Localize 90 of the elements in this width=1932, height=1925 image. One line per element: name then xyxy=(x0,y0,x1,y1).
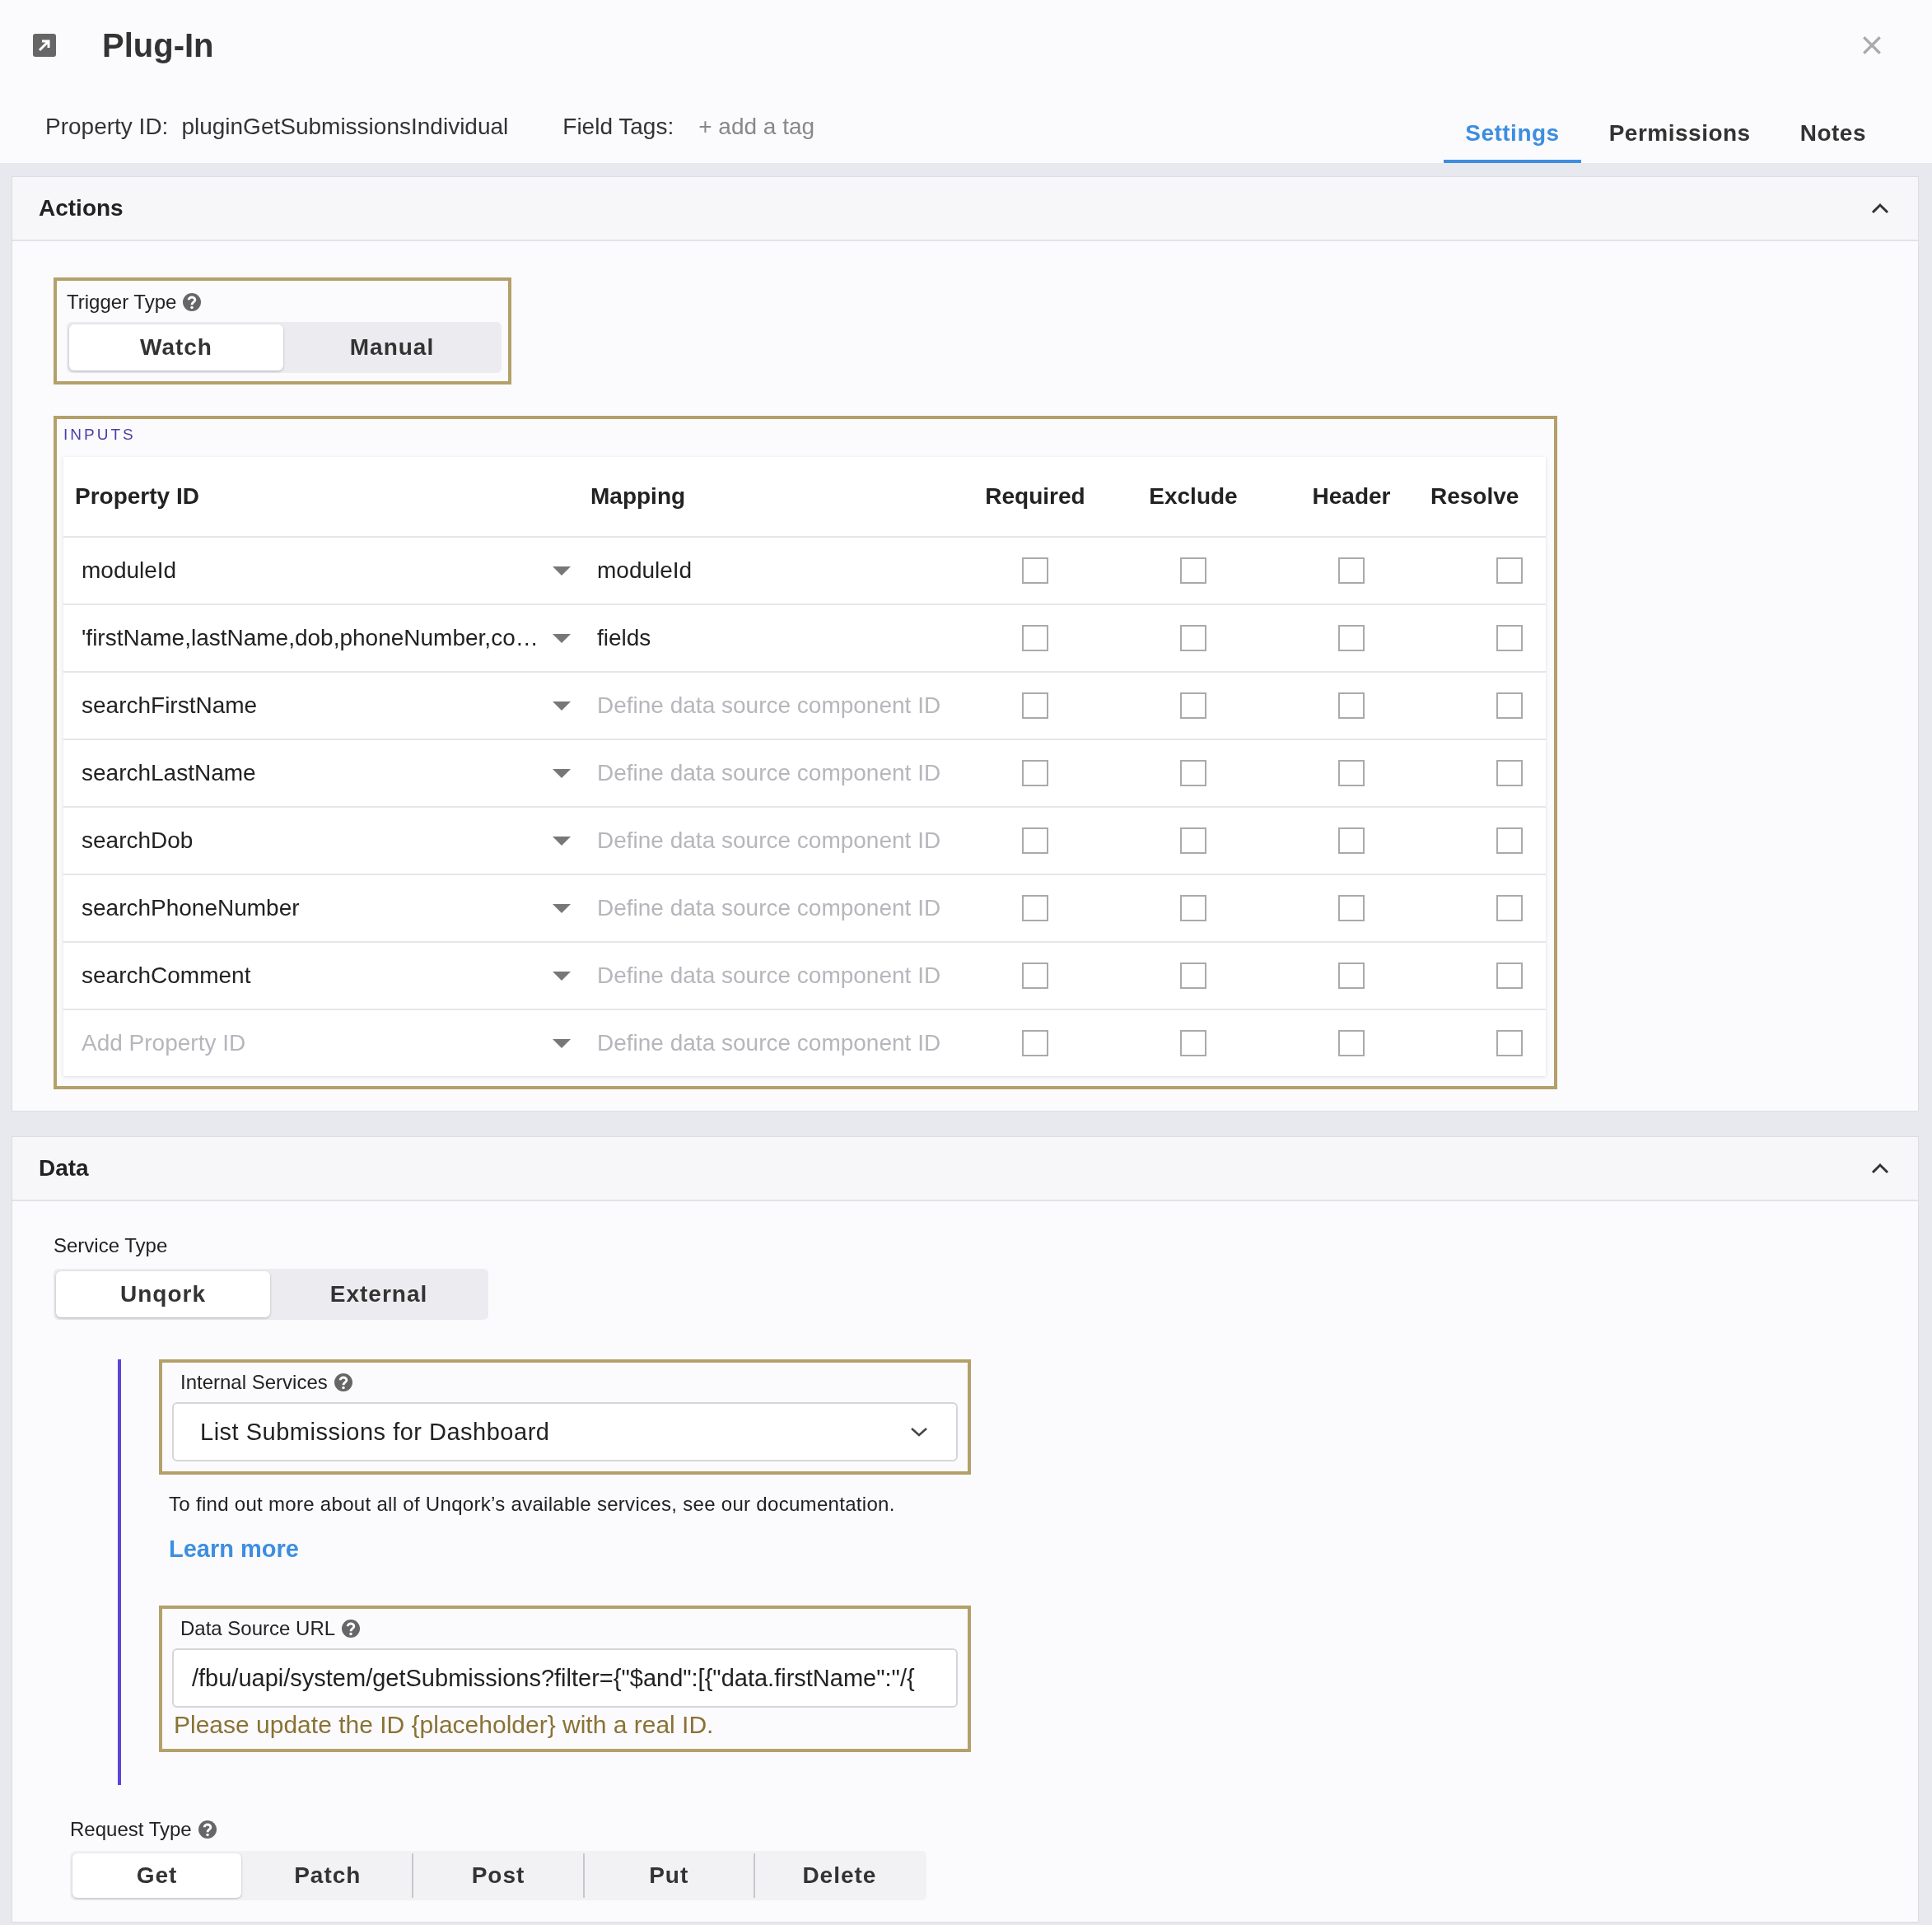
dropdown-icon[interactable] xyxy=(553,903,571,913)
field-tags-label: Field Tags: xyxy=(562,114,674,140)
checkbox[interactable] xyxy=(1338,692,1365,719)
property-id-value: pluginGetSubmissionsIndividual xyxy=(181,114,509,140)
field-label: Data Source URL xyxy=(180,1617,336,1640)
dropdown-icon[interactable] xyxy=(553,971,571,981)
tab[interactable]: Permissions xyxy=(1587,91,1772,163)
checkbox[interactable] xyxy=(1180,962,1206,989)
column-header: Resolve xyxy=(1430,483,1520,510)
checkbox[interactable] xyxy=(1338,962,1365,989)
property-id-cell[interactable]: searchLastName xyxy=(82,760,256,786)
inputs-heading: INPUTS xyxy=(63,426,137,444)
checkbox[interactable] xyxy=(1022,962,1048,989)
column-header: Header xyxy=(1311,483,1392,510)
segment-option[interactable]: Unqork xyxy=(56,1271,270,1317)
checkbox[interactable] xyxy=(1496,557,1523,584)
external-link-icon xyxy=(33,34,56,57)
dropdown-icon[interactable] xyxy=(553,1038,571,1048)
checkbox[interactable] xyxy=(1022,827,1048,854)
checkbox[interactable] xyxy=(1180,760,1206,786)
property-id-cell[interactable]: searchComment xyxy=(82,962,251,989)
column-header: Property ID xyxy=(74,483,200,510)
field-label: Request Type xyxy=(70,1818,192,1841)
property-id-cell[interactable]: searchFirstName xyxy=(82,692,258,719)
column-header: Mapping xyxy=(590,483,687,510)
dialog-title: Plug-In xyxy=(102,26,215,64)
checkbox[interactable] xyxy=(1338,557,1365,584)
field-label: Service Type xyxy=(54,1234,169,1257)
checkbox[interactable] xyxy=(1496,692,1523,719)
service-select[interactable]: List Submissions for Dashboard xyxy=(172,1402,958,1461)
checkbox[interactable] xyxy=(1022,625,1048,651)
property-id-label: Property ID: xyxy=(45,114,169,140)
checkbox[interactable] xyxy=(1022,557,1048,584)
segment-option[interactable]: Get xyxy=(72,1853,242,1898)
checkbox[interactable] xyxy=(1338,827,1365,854)
checkbox[interactable] xyxy=(1496,760,1523,786)
dropdown-icon[interactable] xyxy=(553,768,571,778)
dropdown-icon[interactable] xyxy=(553,566,571,576)
segment-option[interactable]: Watch xyxy=(69,324,283,371)
checkbox[interactable] xyxy=(1180,1030,1206,1056)
column-header: Exclude xyxy=(1148,483,1239,510)
help-icon[interactable] xyxy=(183,293,202,311)
checkbox[interactable] xyxy=(1022,692,1048,719)
dropdown-icon[interactable] xyxy=(553,836,571,846)
property-id-cell[interactable]: searchPhoneNumber xyxy=(82,895,300,921)
url-input[interactable]: /fbu/uapi/system/getSubmissions?filter={"$and":[{"data.firstName":"/{ xyxy=(172,1648,958,1708)
field-label: Trigger Type xyxy=(67,291,177,314)
help-icon[interactable] xyxy=(342,1620,361,1638)
checkbox[interactable] xyxy=(1496,1030,1523,1056)
checkbox[interactable] xyxy=(1338,760,1365,786)
help-icon[interactable] xyxy=(198,1820,217,1839)
segment-option[interactable]: Put xyxy=(582,1853,754,1898)
checkbox[interactable] xyxy=(1338,625,1365,651)
checkbox[interactable] xyxy=(1180,827,1206,854)
checkbox[interactable] xyxy=(1022,895,1048,921)
checkbox[interactable] xyxy=(1496,827,1523,854)
segment-option[interactable]: Post xyxy=(412,1853,583,1898)
mapping-cell[interactable]: moduleId xyxy=(597,557,693,583)
segment-option[interactable]: Delete xyxy=(753,1853,924,1898)
property-id-cell[interactable]: moduleId xyxy=(82,557,177,584)
segment-option[interactable]: Patch xyxy=(241,1853,413,1898)
chevron-icon[interactable] xyxy=(1870,203,1890,214)
checkbox[interactable] xyxy=(1180,625,1206,651)
section-title: Data xyxy=(39,1155,90,1182)
checkbox[interactable] xyxy=(1180,692,1206,719)
field-label: Internal Services xyxy=(180,1371,328,1394)
checkbox[interactable] xyxy=(1180,557,1206,584)
checkbox[interactable] xyxy=(1496,962,1523,989)
chevron-icon[interactable] xyxy=(1870,1163,1890,1174)
property-id-cell[interactable]: 'firstName,lastName,dob,phoneNumber,co… xyxy=(82,625,539,651)
dropdown-icon[interactable] xyxy=(553,633,571,643)
segment-option[interactable]: External xyxy=(270,1271,486,1317)
mapping-cell[interactable]: fields xyxy=(597,625,651,650)
tab[interactable]: Notes xyxy=(1778,91,1888,163)
segment-option[interactable]: Manual xyxy=(283,324,499,371)
checkbox[interactable] xyxy=(1180,895,1206,921)
checkbox[interactable] xyxy=(1338,895,1365,921)
warning-text: Please update the ID {placeholder} with a real ID. xyxy=(173,1710,715,1739)
property-id-cell[interactable]: searchDob xyxy=(82,827,194,854)
column-header: Required xyxy=(984,483,1086,510)
checkbox[interactable] xyxy=(1338,1030,1365,1056)
dropdown-icon[interactable] xyxy=(553,701,571,711)
close-icon[interactable] xyxy=(1861,35,1883,56)
help-icon[interactable] xyxy=(334,1373,352,1391)
checkbox[interactable] xyxy=(1022,760,1048,786)
checkbox[interactable] xyxy=(1496,895,1523,921)
help-text: To find out more about all of Unqork’s available services, see our documentation. xyxy=(169,1493,895,1516)
section-title: Actions xyxy=(39,195,124,221)
checkbox[interactable] xyxy=(1496,625,1523,651)
checkbox[interactable] xyxy=(1022,1030,1048,1056)
